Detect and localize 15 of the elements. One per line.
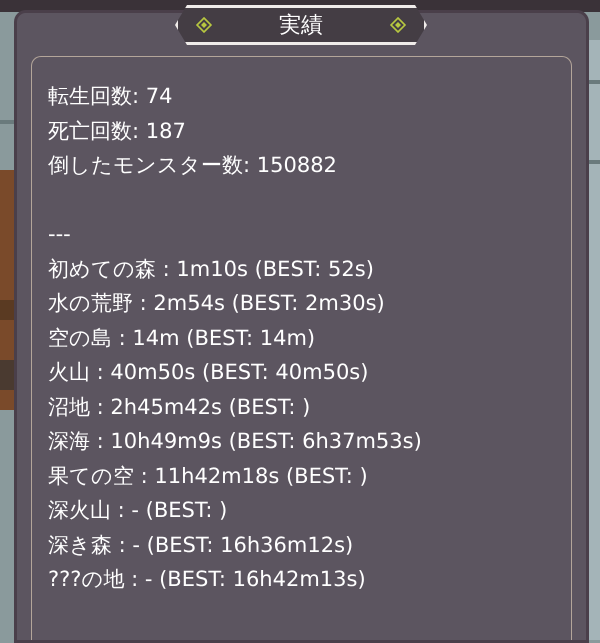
- record-text: 水の荒野 : 2m54s (BEST: 2m30s): [48, 290, 385, 317]
- stat-text: 倒したモンスター数: 150882: [48, 152, 337, 179]
- record-text: 火山 : 40m50s (BEST: 40m50s): [48, 359, 368, 386]
- window-title: 実績: [279, 12, 323, 40]
- record-text: 深き森 : - (BEST: 16h36m12s): [48, 532, 354, 558]
- record-text: 沼地 : 2h45m42s (BEST: ): [48, 394, 310, 420]
- record-text: 初めての森 : 1m10s (BEST: 52s): [48, 256, 374, 282]
- record-text: 深海 : 10h49m9s (BEST: 6h37m53s): [48, 428, 422, 455]
- separator-text: ---: [48, 221, 71, 248]
- record-text: 深火山 : - (BEST: ): [48, 497, 228, 524]
- record-text: 果ての空 : 11h42m18s (BEST: ): [48, 462, 368, 490]
- stat-text: 死亡回数: 187: [48, 118, 186, 144]
- record-text: ???の地 : - (BEST: 16h42m13s): [48, 566, 366, 593]
- stat-text: 転生回数: 74: [48, 83, 172, 110]
- record-text: 空の島 : 14m (BEST: 14m): [48, 324, 316, 352]
